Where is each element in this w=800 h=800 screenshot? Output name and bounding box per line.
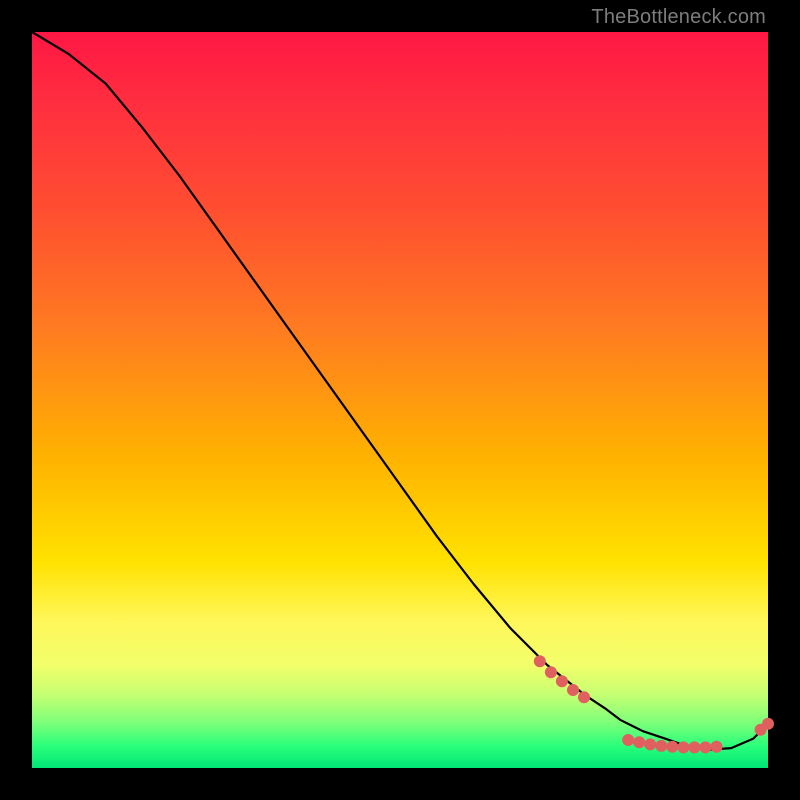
- bottleneck-curve: [32, 32, 768, 750]
- highlight-dots: [534, 655, 774, 753]
- highlight-dot: [578, 691, 590, 703]
- watermark-label: TheBottleneck.com: [591, 6, 766, 29]
- highlight-dot: [567, 684, 579, 696]
- highlight-dot: [688, 741, 700, 753]
- curve-layer: [32, 32, 768, 768]
- highlight-dot: [666, 741, 678, 753]
- highlight-dot: [655, 740, 667, 752]
- plot-area: [32, 32, 768, 768]
- highlight-dot: [633, 736, 645, 748]
- highlight-dot: [622, 734, 634, 746]
- highlight-dot: [534, 655, 546, 667]
- highlight-dot: [762, 718, 774, 730]
- highlight-dot: [644, 738, 656, 750]
- highlight-dot: [545, 666, 557, 678]
- chart-frame: TheBottleneck.com: [0, 0, 800, 800]
- highlight-dot: [699, 741, 711, 753]
- highlight-dot: [677, 741, 689, 753]
- highlight-dot: [711, 741, 723, 753]
- highlight-dot: [556, 675, 568, 687]
